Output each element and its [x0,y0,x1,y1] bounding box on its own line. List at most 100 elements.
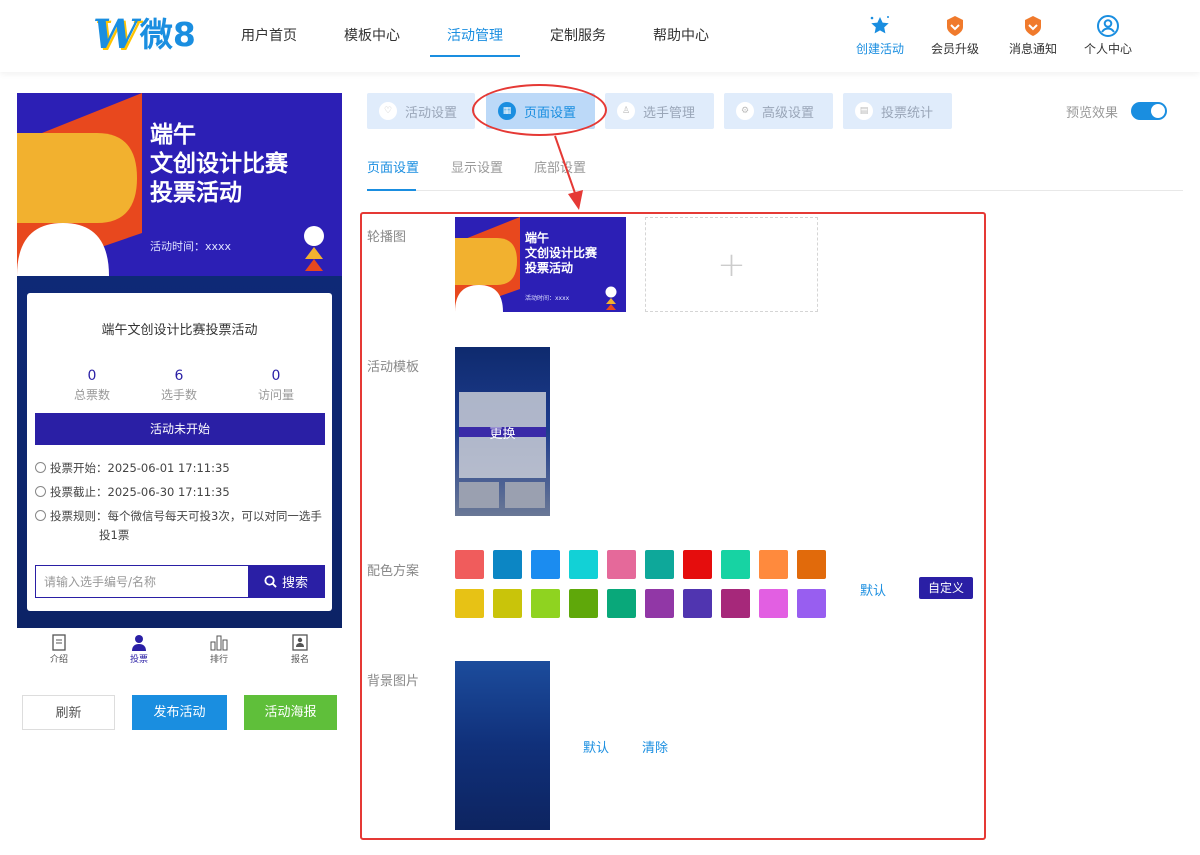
color-swatch[interactable] [645,550,674,579]
background-image[interactable] [455,661,550,830]
subtab-divider [367,190,1183,191]
activity-card: 端午文创设计比赛投票活动 0 总票数 6 选手数 0 访问量 活动未开始 投票开… [27,293,332,611]
activity-poster-button[interactable]: 活动海报 [244,695,337,730]
tab-vote[interactable]: 投票 [109,632,169,665]
user-circle-icon [1073,14,1143,38]
color-default-button[interactable]: 默认 [860,580,886,599]
tab-vote-statistics[interactable]: ▤ 投票统计 [843,93,952,129]
change-template-button[interactable]: 更换 [455,423,550,442]
logo[interactable]: W 微8 [93,14,196,56]
color-swatch[interactable] [759,550,788,579]
carousel-time: 活动时间：xxxx [525,295,570,302]
tab-advanced-settings[interactable]: ⚙ 高级设置 [724,93,833,129]
color-swatch[interactable] [531,589,560,618]
subtab-active-underline [367,189,416,191]
subtab-display-settings[interactable]: 显示设置 [451,157,503,176]
color-scheme-label: 配色方案 [367,564,420,579]
color-swatch[interactable] [797,550,826,579]
color-swatch[interactable] [569,550,598,579]
tab-contestant-management[interactable]: ♙ 选手管理 [605,93,714,129]
vote-end-time: 投票截止：2025-06-30 17:11:35 [35,483,230,502]
search-input[interactable] [36,566,248,597]
template-thumbnail[interactable]: 更换 [455,347,550,516]
clock-icon [35,462,46,473]
color-swatch[interactable] [607,589,636,618]
template-tile-preview [505,482,545,508]
stat-total-votes: 0 总票数 [73,368,110,402]
preview-tabbar: 介绍 投票 排行 报名 [17,628,342,668]
nav-custom-service[interactable]: 定制服务 [550,25,606,45]
nav-home[interactable]: 用户首页 [241,25,297,45]
color-swatch[interactable] [455,589,484,618]
person-icon [109,632,169,652]
personal-center-button[interactable]: 个人中心 [1073,14,1143,57]
document-icon [29,632,89,652]
carousel-label: 轮播图 [367,230,407,245]
color-swatch[interactable] [493,589,522,618]
color-swatch[interactable] [683,589,712,618]
tab-signup[interactable]: 报名 [270,632,330,665]
activity-title: 端午文创设计比赛投票活动 [101,323,258,338]
color-swatch[interactable] [721,589,750,618]
search-button[interactable]: 搜索 [248,566,324,597]
preview-toggle[interactable] [1131,102,1167,120]
color-custom-button[interactable]: 自定义 [919,577,973,599]
notifications-button[interactable]: 消息通知 [998,14,1068,57]
annotation-arrow [554,135,583,210]
user-icon: ♙ [617,102,635,120]
stats-icon: ▤ [855,102,873,120]
color-swatch[interactable] [759,589,788,618]
color-swatch[interactable] [531,550,560,579]
activity-status-button[interactable]: 活动未开始 [35,413,325,445]
color-swatch[interactable] [493,550,522,579]
background-default-button[interactable]: 默认 [583,737,609,756]
carousel-image[interactable]: 端午 文创设计比赛 投票活动 活动时间：xxxx [455,217,626,312]
create-activity-label: 创建活动 [855,42,904,56]
notifications-label: 消息通知 [1008,42,1057,56]
personal-center-label: 个人中心 [1083,42,1132,56]
color-swatch[interactable] [607,550,636,579]
notification-badge-icon [998,14,1068,38]
subtab-page-settings[interactable]: 页面设置 [367,157,419,176]
member-upgrade-label: 会员升级 [930,42,979,56]
color-swatch[interactable] [797,589,826,618]
contact-card-icon [270,632,330,652]
tab-intro[interactable]: 介绍 [29,632,89,665]
star-icon [845,14,915,38]
logo-text: 微8 [139,15,196,54]
create-activity-button[interactable]: 创建活动 [845,14,915,57]
template-tile-preview [459,482,499,508]
contestant-search: 搜索 [35,565,325,598]
info-icon [35,510,46,521]
color-swatch[interactable] [645,589,674,618]
logo-mark: W [93,11,138,58]
refresh-button[interactable]: 刷新 [22,695,115,730]
add-carousel-button[interactable]: + [645,217,818,312]
stat-contestants: 6 选手数 [160,368,197,402]
vote-rule: 投票规则：每个微信号每天可投3次，可以对同一选手 投1票 [35,507,325,545]
color-swatch[interactable] [683,550,712,579]
preview-toggle-label: 预览效果 [1066,106,1119,121]
publish-activity-button[interactable]: 发布活动 [132,695,227,730]
top-navbar: W 微8 用户首页 模板中心 活动管理 定制服务 帮助中心 创建活动 会员升级 … [0,0,1200,72]
vote-start-time: 投票开始：2025-06-01 17:11:35 [35,459,230,478]
tab-activity-settings[interactable]: ♡ 活动设置 [367,93,475,129]
heart-icon: ♡ [379,102,397,120]
bar-chart-icon [189,632,249,652]
banner-title: 端午 文创设计比赛 投票活动 [150,122,288,206]
color-swatch[interactable] [455,550,484,579]
background-clear-button[interactable]: 清除 [642,737,668,756]
clock-icon [35,486,46,497]
color-swatch[interactable] [721,550,750,579]
template-label: 活动模板 [367,360,420,375]
banner-time: 活动时间：xxxx [150,240,232,253]
member-badge-icon [920,14,990,38]
nav-templates[interactable]: 模板中心 [344,25,400,45]
member-upgrade-button[interactable]: 会员升级 [920,14,990,57]
nav-help-center[interactable]: 帮助中心 [653,25,709,45]
color-swatch[interactable] [569,589,598,618]
nav-activity-management[interactable]: 活动管理 [447,25,503,45]
tab-ranking[interactable]: 排行 [189,632,249,665]
settings-icon: ⚙ [736,102,754,120]
stat-visits: 0 访问量 [257,368,294,402]
